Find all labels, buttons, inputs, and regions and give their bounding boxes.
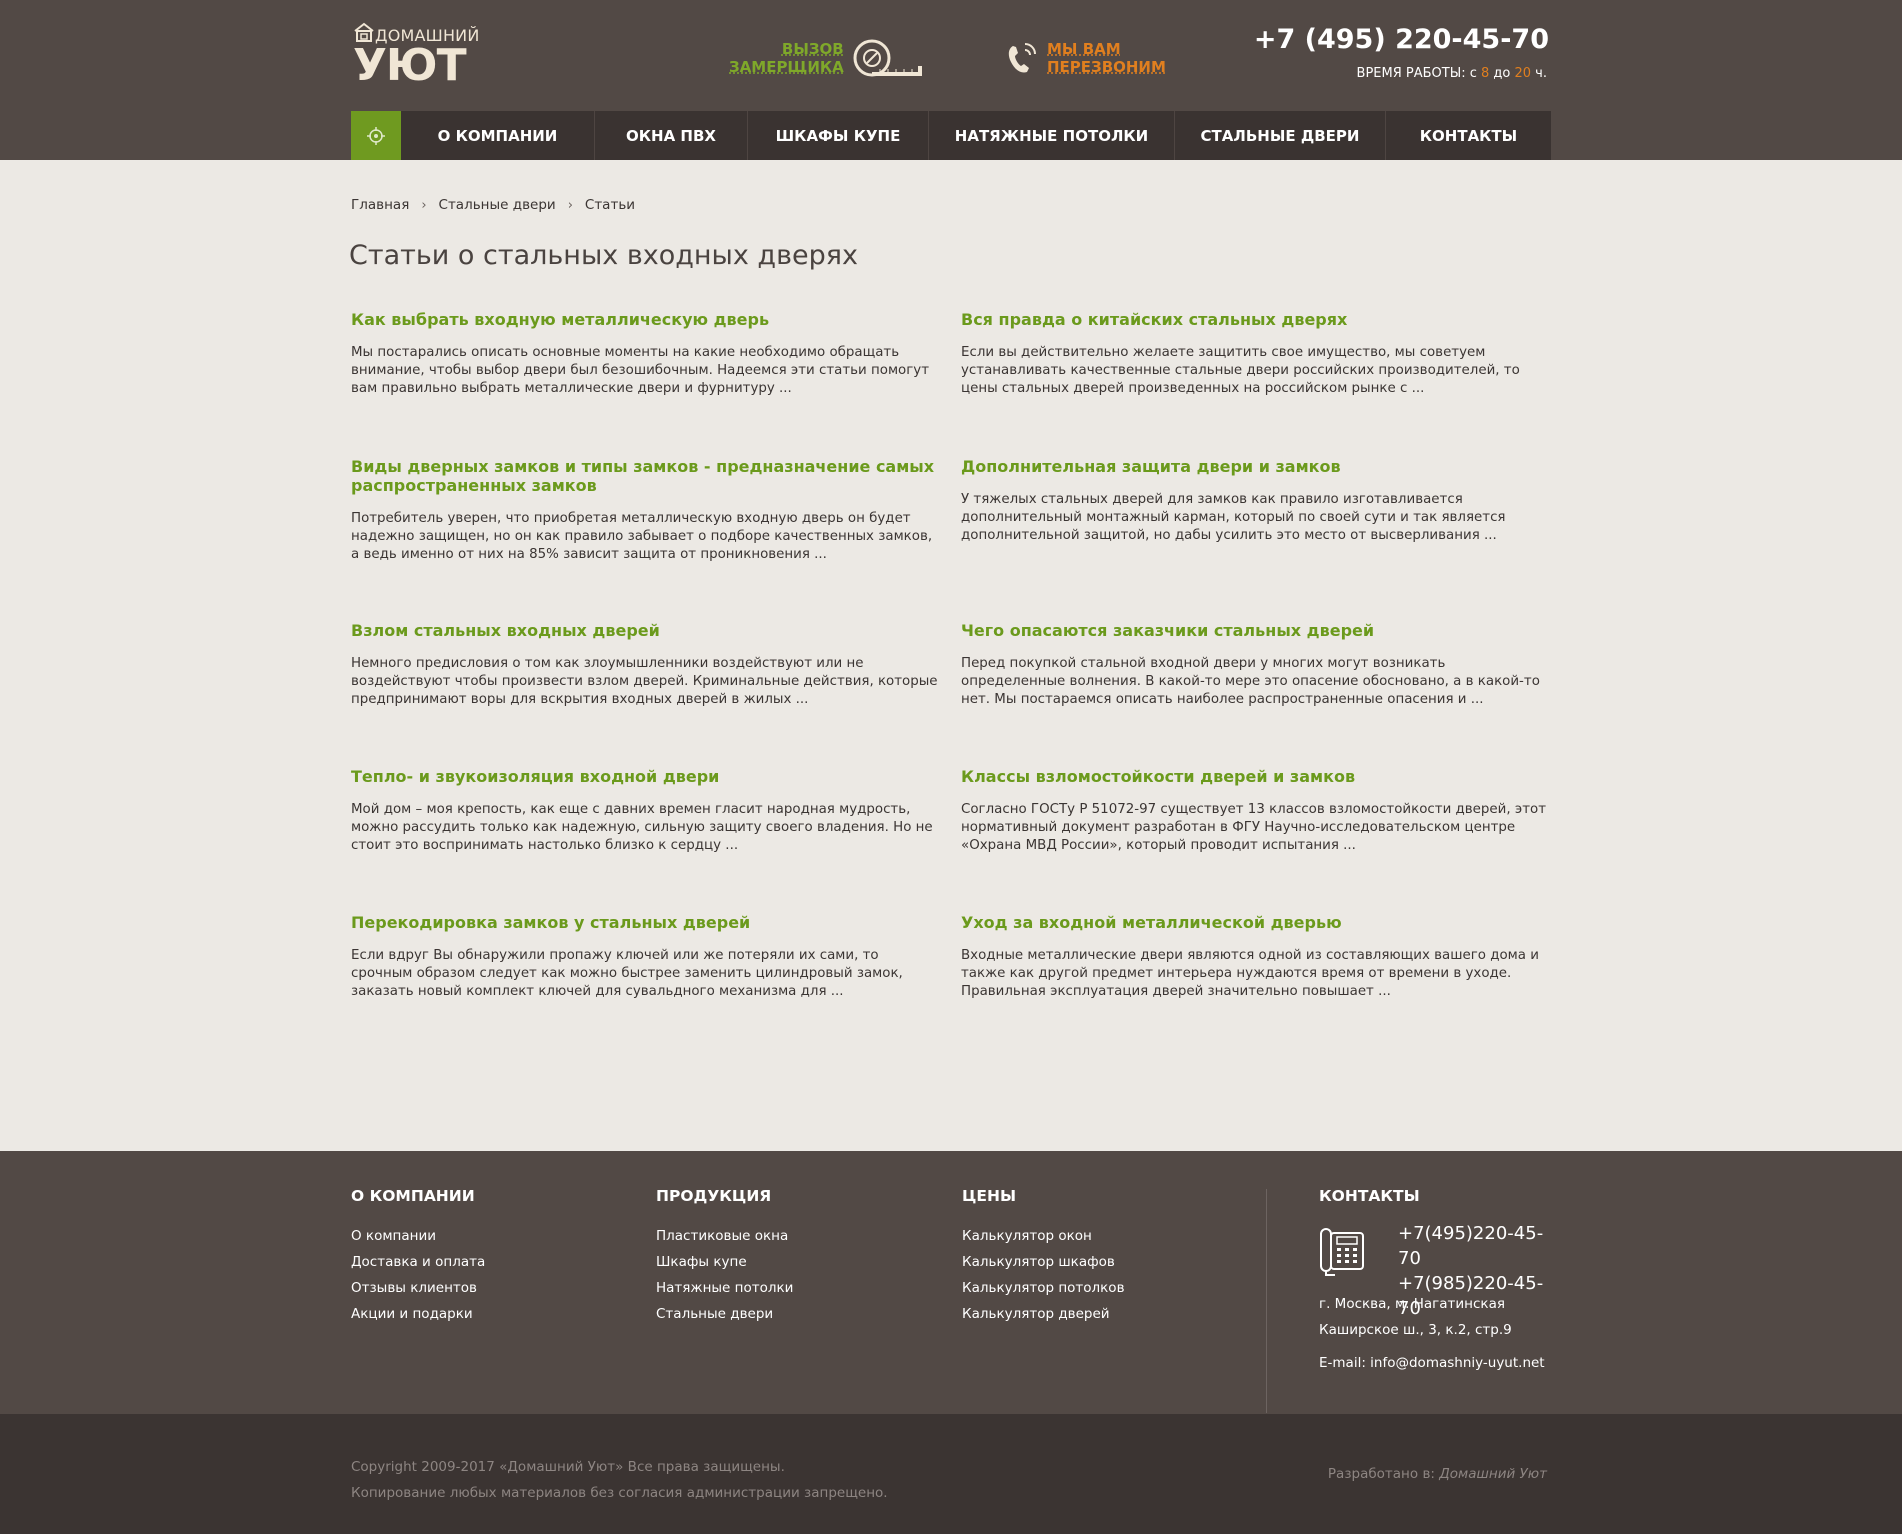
- article-excerpt: Потребитель уверен, что приобретая метал…: [351, 511, 933, 562]
- article-title-link[interactable]: Вся правда о китайских стальных дверях: [961, 310, 1551, 329]
- footer-col-company: О КОМПАНИИ О компании Доставка и оплата …: [351, 1187, 485, 1327]
- footer-heading: ПРОДУКЦИЯ: [656, 1187, 772, 1205]
- breadcrumb: Главная › Стальные двери › Статьи: [351, 197, 635, 213]
- article-title-link[interactable]: Виды дверных замков и типы замков - пред…: [351, 457, 941, 495]
- footer-email[interactable]: E-mail: info@domashniy-uyut.net: [1319, 1355, 1545, 1371]
- page-title: Статьи о стальных входных дверях: [349, 240, 858, 271]
- bottom-bar: Copyright 2009-2017 «Домашний Уют» Все п…: [0, 1414, 1902, 1534]
- article-excerpt: Входные металлические двери являются одн…: [961, 948, 1539, 999]
- article-title-link[interactable]: Классы взломостойкости дверей и замков: [961, 767, 1551, 786]
- footer-phone-1[interactable]: +7(495)220-45-70: [1398, 1221, 1551, 1271]
- footer-link[interactable]: Доставка и оплата: [351, 1249, 485, 1275]
- article-excerpt: Согласно ГОСТу Р 51072-97 существует 13 …: [961, 802, 1547, 853]
- article-title-link[interactable]: Чего опасаются заказчики стальных дверей: [961, 621, 1551, 640]
- article-excerpt: У тяжелых стальных дверей для замков как…: [961, 492, 1506, 543]
- footer-link[interactable]: Пластиковые окна: [656, 1223, 793, 1249]
- article-excerpt: Если вдруг Вы обнаружили пропажу ключей …: [351, 948, 903, 999]
- article-title-link[interactable]: Перекодировка замков у стальных дверей: [351, 913, 941, 932]
- footer-col-products: ПРОДУКЦИЯ Пластиковые окна Шкафы купе На…: [656, 1187, 793, 1327]
- chevron-right-icon: ›: [421, 197, 427, 213]
- site-footer: О КОМПАНИИ О компании Доставка и оплата …: [0, 1151, 1902, 1414]
- footer-link[interactable]: Калькулятор шкафов: [962, 1249, 1125, 1275]
- footer-link[interactable]: Натяжные потолки: [656, 1275, 793, 1301]
- footer-link[interactable]: Стальные двери: [656, 1301, 793, 1327]
- main-content: Главная › Стальные двери › Статьи Статьи…: [349, 0, 1551, 1151]
- footer-link[interactable]: Калькулятор окон: [962, 1223, 1125, 1249]
- article-excerpt: Немного предисловия о том как злоумышлен…: [351, 656, 938, 707]
- article-title-link[interactable]: Уход за входной металлической дверью: [961, 913, 1551, 932]
- footer-link[interactable]: Калькулятор дверей: [962, 1301, 1125, 1327]
- article-item: Взлом стальных входных дверей Немного пр…: [351, 621, 941, 709]
- article-item: Вся правда о китайских стальных дверях Е…: [961, 310, 1551, 398]
- article-item: Виды дверных замков и типы замков - пред…: [351, 457, 941, 564]
- desk-phone-icon: [1320, 1228, 1364, 1276]
- article-title-link[interactable]: Тепло- и звукоизоляция входной двери: [351, 767, 941, 786]
- footer-col-contacts: КОНТАКТЫ: [1319, 1187, 1420, 1223]
- footer-link[interactable]: Акции и подарки: [351, 1301, 485, 1327]
- article-title-link[interactable]: Дополнительная защита двери и замков: [961, 457, 1551, 476]
- article-item: Уход за входной металлической дверью Вхо…: [961, 913, 1551, 1001]
- article-excerpt: Если вы действительно желаете защитить с…: [961, 345, 1520, 396]
- article-item: Дополнительная защита двери и замков У т…: [961, 457, 1551, 545]
- article-item: Чего опасаются заказчики стальных дверей…: [961, 621, 1551, 709]
- footer-divider: [1266, 1189, 1267, 1413]
- article-item: Перекодировка замков у стальных дверей Е…: [351, 913, 941, 1001]
- developer-credit: Разработано в: Домашний Уют: [1327, 1466, 1547, 1482]
- breadcrumb-steel-doors[interactable]: Стальные двери: [439, 197, 556, 213]
- developer-link[interactable]: Домашний Уют: [1439, 1466, 1547, 1482]
- article-item: Как выбрать входную металлическую дверь …: [351, 310, 941, 398]
- copyright: Copyright 2009-2017 «Домашний Уют» Все п…: [351, 1459, 888, 1501]
- breadcrumb-home[interactable]: Главная: [351, 197, 409, 213]
- footer-link[interactable]: Калькулятор потолков: [962, 1275, 1125, 1301]
- footer-heading: ЦЕНЫ: [962, 1187, 1017, 1205]
- article-title-link[interactable]: Как выбрать входную металлическую дверь: [351, 310, 941, 329]
- footer-col-prices: ЦЕНЫ Калькулятор окон Калькулятор шкафов…: [962, 1187, 1125, 1327]
- article-title-link[interactable]: Взлом стальных входных дверей: [351, 621, 941, 640]
- footer-link[interactable]: Шкафы купе: [656, 1249, 793, 1275]
- article-excerpt: Перед покупкой стальной входной двери у …: [961, 656, 1540, 707]
- article-item: Классы взломостойкости дверей и замков С…: [961, 767, 1551, 855]
- article-item: Тепло- и звукоизоляция входной двери Мой…: [351, 767, 941, 855]
- chevron-right-icon: ›: [567, 197, 573, 213]
- article-excerpt: Мы постарались описать основные моменты …: [351, 345, 930, 396]
- footer-address: г. Москва, м. Нагатинская Каширское ш., …: [1319, 1296, 1512, 1338]
- footer-link[interactable]: О компании: [351, 1223, 485, 1249]
- article-excerpt: Мой дом – моя крепость, как еще с давних…: [351, 802, 933, 853]
- breadcrumb-current: Статьи: [584, 197, 636, 213]
- footer-heading: КОНТАКТЫ: [1319, 1187, 1420, 1205]
- footer-link[interactable]: Отзывы клиентов: [351, 1275, 485, 1301]
- footer-heading: О КОМПАНИИ: [351, 1187, 475, 1205]
